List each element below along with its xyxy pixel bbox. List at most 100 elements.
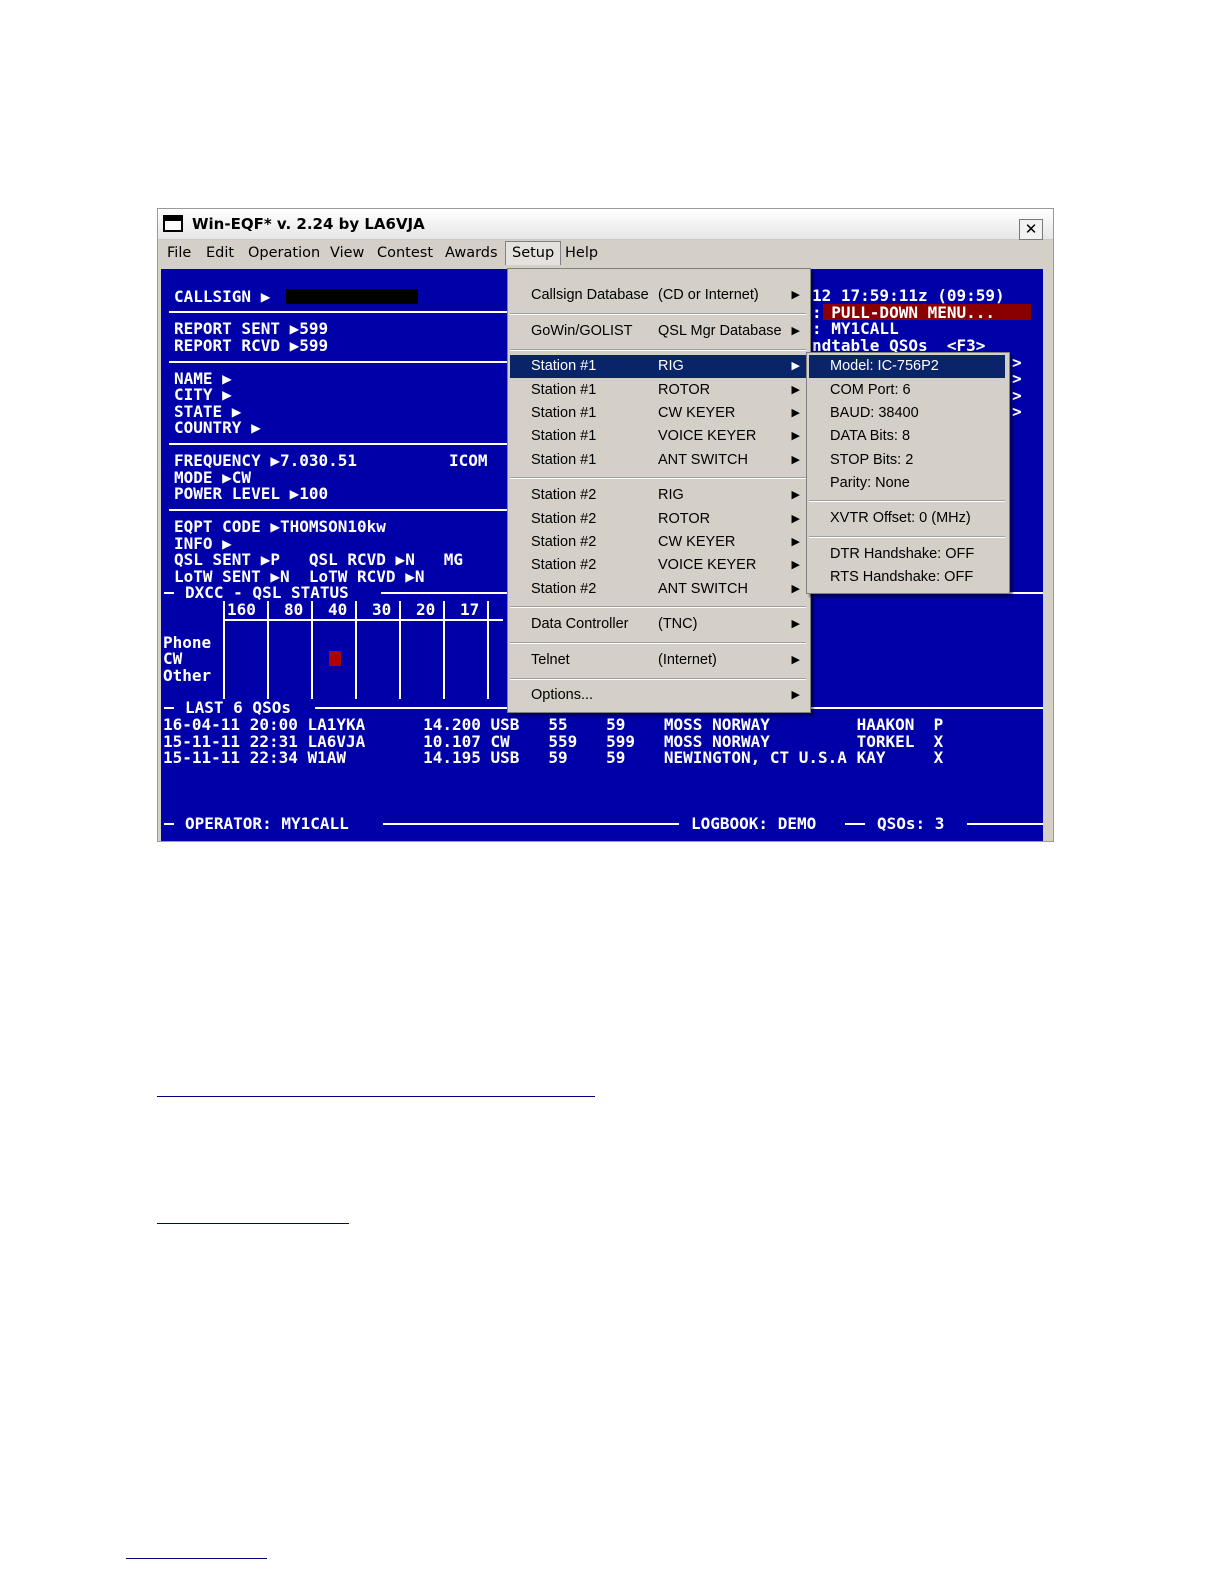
menu-item-label: Parity: None <box>830 475 910 491</box>
app-window: Win-EQF* v. 2.24 by LA6VJA ✕ File Edit O… <box>157 208 1054 842</box>
menu-item-label: Telnet <box>531 652 570 668</box>
submenu-arrow-icon: ▶ <box>791 430 800 442</box>
qso-row[interactable]: 15-11-11 22:34 W1AW 14.195 USB 59 59 NEW… <box>163 750 943 766</box>
menu-item-station1-rig[interactable]: Station #1 RIG ▶ <box>510 355 806 378</box>
mode-row-cw: CW <box>163 649 183 668</box>
menu-item-options[interactable]: Options... ▶ <box>510 684 806 707</box>
rig-parity-item[interactable]: Parity: None <box>809 472 1005 495</box>
menu-item-label: Model: IC-756P2 <box>830 358 939 374</box>
eqpt-field[interactable]: EQPT CODE ▶THOMSON10kw <box>174 519 386 535</box>
submenu-arrow-icon: ▶ <box>791 618 800 630</box>
qso-row[interactable]: 16-04-11 20:00 LA1YKA 14.200 USB 55 59 M… <box>163 717 943 733</box>
close-button[interactable]: ✕ <box>1019 219 1043 240</box>
menu-item-station1-voice-keyer[interactable]: Station #1 VOICE KEYER ▶ <box>510 425 806 448</box>
console-window-icon <box>163 215 183 232</box>
report-sent[interactable]: REPORT SENT ▶599 <box>174 321 328 337</box>
menu-item-sub: QSL Mgr Database <box>658 323 782 339</box>
band-header-80: 80 <box>284 600 304 619</box>
rig-com-port-item[interactable]: COM Port: 6 <box>809 379 1005 402</box>
rig-submenu: Model: IC-756P2 COM Port: 6 BAUD: 38400 … <box>806 352 1010 594</box>
submenu-arrow-icon: ▶ <box>791 513 800 525</box>
submenu-arrow-icon: ▶ <box>791 689 800 701</box>
city-field[interactable]: CITY ▶ <box>174 387 232 403</box>
menu-item-label: RTS Handshake: OFF <box>830 569 974 585</box>
menu-item-station1-cw-keyer[interactable]: Station #1 CW KEYER ▶ <box>510 402 806 425</box>
menu-item-station2-rotor[interactable]: Station #2 ROTOR ▶ <box>510 508 806 531</box>
setup-dropdown: Callsign Database (CD or Internet) ▶ GoWin… <box>507 268 811 713</box>
last-qsos-title: LAST 6 QSOs <box>185 698 291 717</box>
rig-xvtr-offset-item[interactable]: XVTR Offset: 0 (MHz) <box>809 507 1005 530</box>
submenu-arrow-icon: ▶ <box>791 325 800 337</box>
dxcc-section-title: DXCC - QSL STATUS <box>185 583 349 602</box>
menu-item-station1-ant-switch[interactable]: Station #1 ANT SWITCH ▶ <box>510 449 806 472</box>
band-header-20: 20 <box>416 600 436 619</box>
report-rcvd[interactable]: REPORT RCVD ▶599 <box>174 338 328 354</box>
hyperlink-underline[interactable] <box>126 1558 267 1559</box>
band-header-40: 40 <box>328 600 348 619</box>
rig-data-bits-item[interactable]: DATA Bits: 8 <box>809 425 1005 448</box>
menu-item-telnet[interactable]: Telnet (Internet) ▶ <box>510 649 806 672</box>
rig-rts-handshake-item[interactable]: RTS Handshake: OFF <box>809 566 1005 589</box>
rig-model-item[interactable]: Model: IC-756P2 <box>809 355 1005 378</box>
submenu-arrow-icon: ▶ <box>791 360 800 372</box>
country-field[interactable]: COUNTRY ▶ <box>174 420 261 436</box>
qsl-status-line[interactable]: QSL SENT ▶P QSL RCVD ▶N MG <box>174 552 463 568</box>
logbook-status: LOGBOOK: DEMO <box>691 814 817 833</box>
menu-item-label: Station #1 <box>531 452 597 468</box>
menu-item-sub: (Internet) <box>658 652 717 668</box>
menu-item-label: Station #2 <box>531 534 597 550</box>
menu-item-sub: RIG <box>658 358 684 374</box>
menu-item-data-controller[interactable]: Data Controller (TNC) ▶ <box>510 613 806 636</box>
rig-dtr-handshake-item[interactable]: DTR Handshake: OFF <box>809 543 1005 566</box>
menu-edit[interactable]: Edit <box>206 245 234 261</box>
hyperlink-underline[interactable] <box>157 1223 349 1224</box>
menu-item-callsign-database[interactable]: Callsign Database (CD or Internet) ▶ <box>510 284 806 307</box>
menu-item-label: Station #1 <box>531 405 597 421</box>
menu-item-label: DATA Bits: 8 <box>830 428 911 444</box>
menu-item-label: Station #1 <box>531 382 597 398</box>
qsl-cw-40m-marker <box>329 651 341 666</box>
menu-item-station2-voice-keyer[interactable]: Station #2 VOICE KEYER ▶ <box>510 554 806 577</box>
menu-awards[interactable]: Awards <box>445 245 498 261</box>
menu-contest[interactable]: Contest <box>377 245 433 261</box>
menu-file[interactable]: File <box>167 245 191 261</box>
submenu-arrow-icon: ▶ <box>791 654 800 666</box>
callsign-label: CALLSIGN ▶ <box>174 287 271 306</box>
rig-baud-item[interactable]: BAUD: 38400 <box>809 402 1005 425</box>
menu-item-label: Station #2 <box>531 487 597 503</box>
menu-item-sub: ANT SWITCH <box>658 581 748 597</box>
menu-item-sub: ROTOR <box>658 511 711 527</box>
rig-stop-bits-item[interactable]: STOP Bits: 2 <box>809 449 1005 472</box>
menu-item-gowin[interactable]: GoWin/GOLIST QSL Mgr Database ▶ <box>510 320 806 343</box>
menu-item-station2-ant-switch[interactable]: Station #2 ANT SWITCH ▶ <box>510 578 806 601</box>
submenu-arrow-icon: ▶ <box>791 454 800 466</box>
menu-item-station2-cw-keyer[interactable]: Station #2 CW KEYER ▶ <box>510 531 806 554</box>
menu-view[interactable]: View <box>330 245 364 261</box>
menu-setup[interactable]: Setup <box>505 241 562 265</box>
menu-item-label: DTR Handshake: OFF <box>830 546 975 562</box>
menu-item-label: Station #2 <box>531 511 597 527</box>
menu-help[interactable]: Help <box>565 245 598 261</box>
callsign-field[interactable] <box>286 289 418 304</box>
menu-item-sub: CW KEYER <box>658 534 736 550</box>
menu-item-sub: VOICE KEYER <box>658 428 757 444</box>
menu-operation[interactable]: Operation <box>248 245 320 261</box>
submenu-arrow-icon: ▶ <box>791 583 800 595</box>
menu-item-sub: RIG <box>658 487 684 503</box>
power-field[interactable]: POWER LEVEL ▶100 <box>174 486 328 502</box>
header-time: 12 17:59:11z (09:59) <box>812 286 1005 305</box>
menu-item-label: Callsign Database <box>531 287 649 303</box>
hyperlink-underline[interactable] <box>157 1096 595 1097</box>
menu-item-station2-rig[interactable]: Station #2 RIG ▶ <box>510 484 806 507</box>
menu-item-sub: VOICE KEYER <box>658 557 757 573</box>
submenu-arrow-icon: ▶ <box>791 559 800 571</box>
menu-item-sub: CW KEYER <box>658 405 736 421</box>
window-title: Win-EQF* v. 2.24 by LA6VJA <box>192 215 425 233</box>
frequency-field[interactable]: FREQUENCY ▶7.030.51 <box>174 453 357 469</box>
menu-item-label: Station #1 <box>531 428 597 444</box>
menu-item-station1-rotor[interactable]: Station #1 ROTOR ▶ <box>510 379 806 402</box>
menu-item-label: STOP Bits: 2 <box>830 452 914 468</box>
menu-item-sub: (TNC) <box>658 616 698 632</box>
menu-item-label: Data Controller <box>531 616 629 632</box>
title-bar[interactable]: Win-EQF* v. 2.24 by LA6VJA ✕ <box>158 209 1053 240</box>
